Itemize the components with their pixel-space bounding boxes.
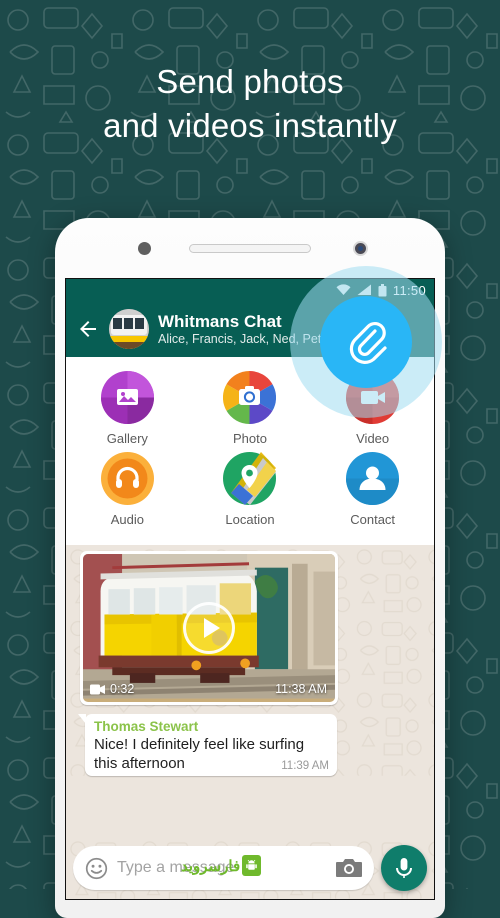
microphone-icon [396,858,412,878]
attach-label-photo: Photo [232,431,267,446]
attach-option-audio[interactable]: Audio [80,452,174,527]
signal-icon [357,284,372,296]
camera-icon [223,371,277,424]
wifi-icon [336,284,351,296]
emoji-icon[interactable] [85,857,108,880]
front-camera-icon [353,241,368,256]
attach-label-gallery: Gallery [106,431,148,446]
video-timestamp: 11:38 AM [275,682,327,696]
video-duration-text: 0:32 [110,682,135,696]
attach-option-contact[interactable]: Contact [326,452,420,527]
battery-icon [378,283,387,297]
chat-title-block[interactable]: Whitmans Chat Alice, Francis, Jack, Ned,… [158,312,332,347]
group-avatar-image [109,309,149,349]
page-title: Whitmans Chat [158,311,282,331]
proximity-sensor-icon [138,242,151,255]
message-input-bar: Type a message فارسروید [66,837,434,899]
video-camera-icon [90,684,105,694]
person-icon [346,452,400,505]
message-sender: Thomas Stewart [94,719,199,734]
attach-label-location: Location [225,512,275,527]
paperclip-icon [349,321,387,364]
avatar[interactable] [109,309,149,349]
attach-option-photo[interactable]: Photo [203,371,297,446]
list-item[interactable]: 0:32 11:38 AM [80,551,338,705]
voice-record-button[interactable] [381,845,427,891]
attachment-row-2: Audio Location Contact [66,452,434,527]
status-time: 11:50 [392,282,426,298]
back-arrow-icon[interactable] [76,317,100,341]
promo-headline: Send photos and videos instantly [0,60,500,147]
attach-label-audio: Audio [110,512,144,527]
video-thumbnail[interactable]: 0:32 11:38 AM [83,554,335,702]
headline-line-1: Send photos [156,63,344,100]
attachment-button[interactable] [320,296,412,388]
chat-participants: Alice, Francis, Jack, Ned, Peter [158,331,333,346]
list-item[interactable]: Thomas Stewart Nice! I definitely feel l… [78,714,337,777]
video-duration: 0:32 [90,682,134,696]
attach-label-contact: Contact [350,512,396,527]
map-pin-icon [223,452,277,505]
camera-icon[interactable] [336,857,362,879]
attach-label-video: Video [356,431,390,446]
message-input-placeholder[interactable]: Type a message [117,859,327,877]
earpiece-speaker-icon [189,244,311,253]
search-input[interactable]: Type a message فارسروید [73,846,374,890]
gallery-icon [100,371,154,424]
attach-option-location[interactable]: Location [203,452,297,527]
attach-option-gallery[interactable]: Gallery [80,371,174,446]
play-icon[interactable] [183,602,235,654]
message-list: 0:32 11:38 AM Thomas Stewart Nice! I def… [66,545,434,777]
headline-line-2: and videos instantly [103,106,397,144]
headphones-icon [100,452,154,505]
phone-top-bezel [55,218,445,278]
